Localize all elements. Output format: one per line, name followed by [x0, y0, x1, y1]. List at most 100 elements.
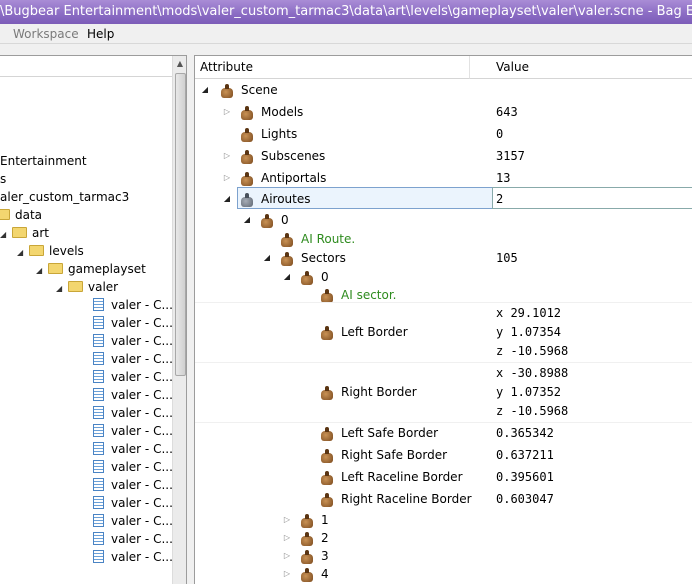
document-icon: [93, 388, 104, 401]
collapse-arrow-icon[interactable]: ◢: [200, 79, 210, 101]
bag-icon: [320, 493, 334, 507]
file-item[interactable]: valer - C...: [93, 422, 173, 440]
bag-icon: [280, 252, 294, 266]
folder-icon: [12, 227, 27, 238]
tree-item-mods[interactable]: s: [0, 170, 6, 188]
collapse-arrow-icon[interactable]: ◢: [282, 266, 292, 288]
menu-help[interactable]: Help: [87, 24, 114, 44]
bag-icon: [300, 514, 314, 528]
expand-arrow-icon[interactable]: ▷: [222, 101, 232, 123]
vector-x-value[interactable]: x -30.8988: [496, 364, 568, 382]
file-item-label: valer - C...: [111, 442, 173, 456]
tree-item-mod-folder[interactable]: aler_custom_tarmac3: [0, 188, 129, 206]
document-icon: [93, 478, 104, 491]
bag-icon: [240, 128, 254, 142]
file-item-label: valer - C...: [111, 388, 173, 402]
tree-item-levels[interactable]: ◢ levels: [17, 242, 84, 260]
file-item[interactable]: valer - C...: [93, 548, 173, 566]
file-item-label: valer - C...: [111, 532, 173, 546]
menu-workspace[interactable]: Workspace: [13, 24, 79, 44]
tree-item-entertainment[interactable]: Entertainment: [0, 152, 87, 170]
bag-icon: [300, 532, 314, 546]
vector-y-value[interactable]: y 1.07354: [496, 323, 561, 341]
row-value[interactable]: 0.603047: [496, 488, 554, 510]
pane-splitter[interactable]: [187, 55, 194, 584]
tree-item-data[interactable]: data: [0, 206, 42, 224]
file-item[interactable]: valer - C...: [93, 512, 173, 530]
column-header-attribute[interactable]: Attribute: [195, 56, 470, 79]
file-item[interactable]: valer - C...: [93, 404, 173, 422]
collapse-arrow-icon[interactable]: ◢: [36, 262, 45, 280]
row-value[interactable]: 3157: [496, 145, 525, 167]
file-item[interactable]: valer - C...: [93, 476, 173, 494]
file-item-label: valer - C...: [111, 514, 173, 528]
expand-arrow-icon[interactable]: ▷: [222, 145, 232, 167]
vector-x-value[interactable]: x 29.1012: [496, 304, 561, 322]
tree-item-valer[interactable]: ◢ valer: [56, 278, 118, 296]
collapse-arrow-icon[interactable]: ◢: [242, 209, 252, 231]
file-item[interactable]: valer - C...: [93, 296, 173, 314]
vector-z-value[interactable]: z -10.5968: [496, 402, 568, 420]
document-icon: [93, 424, 104, 437]
file-item[interactable]: valer - C...: [93, 314, 173, 332]
collapse-arrow-icon[interactable]: ◢: [0, 226, 9, 244]
file-item[interactable]: valer - C...: [93, 530, 173, 548]
tree-item-art[interactable]: ◢ art: [0, 224, 49, 242]
document-icon: [93, 352, 104, 365]
tree-scrollbar[interactable]: ▲: [172, 56, 186, 584]
row-value[interactable]: 0: [496, 123, 503, 145]
file-item[interactable]: valer - C...: [93, 494, 173, 512]
bag-icon: [320, 289, 334, 303]
bag-icon: [240, 172, 254, 186]
tree-item-label: Entertainment: [0, 154, 87, 168]
file-item[interactable]: valer - C...: [93, 440, 173, 458]
row-label: 0: [321, 270, 329, 284]
value-edit-field[interactable]: [492, 187, 692, 209]
bag-icon: [280, 233, 294, 247]
bag-icon: [260, 214, 274, 228]
row-value[interactable]: 0.365342: [496, 422, 554, 444]
file-item[interactable]: valer - C...: [93, 386, 173, 404]
collapse-arrow-icon[interactable]: ◢: [222, 188, 232, 210]
bag-icon: [240, 193, 254, 207]
collapse-arrow-icon[interactable]: ◢: [17, 244, 26, 262]
row-separator: [195, 302, 692, 303]
vector-y-value[interactable]: y 1.07352: [496, 383, 561, 401]
expand-arrow-icon[interactable]: ▷: [282, 563, 292, 584]
row-value[interactable]: 0.395601: [496, 466, 554, 488]
row-value[interactable]: 2: [496, 188, 503, 210]
tree-item-label: gameplayset: [68, 262, 146, 276]
row-label: Airoutes: [261, 192, 311, 206]
row-value[interactable]: 0.637211: [496, 444, 554, 466]
document-icon: [93, 370, 104, 383]
file-item-label: valer - C...: [111, 406, 173, 420]
document-icon: [93, 460, 104, 473]
file-item[interactable]: valer - C...: [93, 332, 173, 350]
row-label: Left Raceline Border: [341, 470, 463, 484]
file-item-label: valer - C...: [111, 496, 173, 510]
scroll-thumb[interactable]: [175, 73, 186, 376]
collapse-arrow-icon[interactable]: ◢: [262, 247, 272, 269]
document-icon: [93, 496, 104, 509]
bag-icon: [320, 386, 334, 400]
row-label: Left Border: [341, 325, 408, 339]
scroll-up-icon[interactable]: ▲: [173, 56, 186, 72]
row-label: Subscenes: [261, 149, 326, 163]
tree-item-label: s: [0, 172, 7, 186]
file-item-label: valer - C...: [111, 370, 173, 384]
row-value[interactable]: 643: [496, 101, 518, 123]
row-label: 4: [321, 567, 329, 581]
tree-item-gameplayset[interactable]: ◢ gameplayset: [36, 260, 146, 278]
vector-z-value[interactable]: z -10.5968: [496, 342, 568, 360]
expand-arrow-icon[interactable]: ▷: [222, 167, 232, 189]
bag-icon: [300, 550, 314, 564]
tree-item-label: art: [32, 226, 49, 240]
file-item[interactable]: valer - C...: [93, 458, 173, 476]
row-value[interactable]: 105: [496, 247, 518, 269]
file-item[interactable]: valer - C...: [93, 350, 173, 368]
row-value[interactable]: 13: [496, 167, 510, 189]
document-icon: [93, 442, 104, 455]
file-item[interactable]: valer - C...: [93, 368, 173, 386]
collapse-arrow-icon[interactable]: ◢: [56, 280, 65, 298]
column-header-value[interactable]: Value: [470, 56, 692, 79]
